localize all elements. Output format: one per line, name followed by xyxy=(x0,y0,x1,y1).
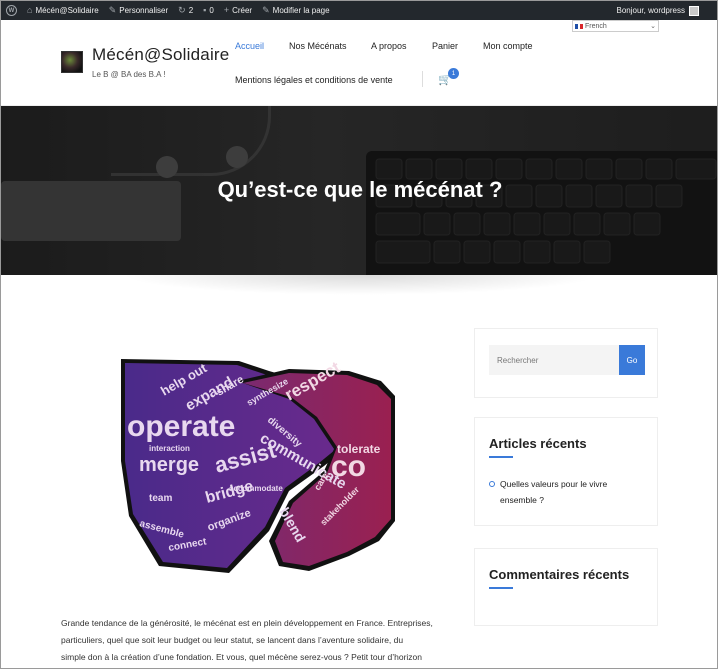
site-tagline: Le B @ BA des B.A ! xyxy=(92,70,166,79)
language-selected: French xyxy=(585,22,607,30)
customize-label: Personnaliser xyxy=(119,6,169,15)
plus-icon: + xyxy=(223,5,230,15)
recent-post-label: Quelles valeurs pour le vivre ensemble ? xyxy=(500,479,608,505)
nav-item-mentions-legales[interactable]: Mentions légales et conditions de vente xyxy=(235,75,393,85)
page-title: Qu’est-ce que le mécénat ? xyxy=(217,177,503,202)
browser-page: W ⌂ Mécén@Solidaire ✎ Personnaliser ↻ 2 … xyxy=(0,0,718,669)
admin-site-name: Mécén@Solidaire xyxy=(35,6,99,15)
recent-comments-widget: Commentaires récents xyxy=(474,548,658,626)
nav-divider xyxy=(422,71,423,87)
word-cloud-word: team xyxy=(149,493,172,504)
article-body: Grande tendance de la générosité, le méc… xyxy=(61,615,466,666)
refresh-icon: ↻ xyxy=(178,5,186,15)
word-cloud-word: co xyxy=(331,450,366,483)
word-cloud-word: interaction xyxy=(149,444,190,453)
list-bullet-icon xyxy=(489,481,495,487)
word-cloud-word: accommodate xyxy=(229,484,283,493)
updates-count: 2 xyxy=(188,6,194,15)
nav-item-panier[interactable]: Panier xyxy=(432,41,458,51)
nav-item-a-propos[interactable]: A propos xyxy=(371,41,407,51)
language-select[interactable]: French ⌄ xyxy=(572,20,659,32)
recent-posts-widget: Articles récents Quelles valeurs pour le… xyxy=(474,417,658,526)
search-go-button[interactable]: Go xyxy=(619,345,645,375)
word-cloud-word: operate xyxy=(127,410,235,443)
comment-icon: ▪ xyxy=(203,5,207,15)
article-line: Grande tendance de la générosité, le méc… xyxy=(61,618,433,628)
greeting-text: Bonjour, wordpress xyxy=(616,6,685,15)
recent-posts-title-underline xyxy=(489,456,513,458)
site-logo[interactable] xyxy=(61,51,83,73)
new-content-label: Créer xyxy=(232,6,253,15)
admin-site-link[interactable]: ⌂ Mécén@Solidaire xyxy=(22,1,104,20)
site-title[interactable]: Mécén@Solidaire xyxy=(92,45,229,65)
handshake-word-cloud-image: operate help out expand share merge assi… xyxy=(121,358,395,573)
nav-item-mon-compte[interactable]: Mon compte xyxy=(483,41,533,51)
edit-page-link[interactable]: ✎ Modifier la page xyxy=(257,1,334,20)
hero-shadow xyxy=(121,275,601,295)
comments-count: 0 xyxy=(209,6,214,15)
admin-bar: W ⌂ Mécén@Solidaire ✎ Personnaliser ↻ 2 … xyxy=(1,1,717,20)
nav-item-nos-mecenats[interactable]: Nos Mécénats xyxy=(289,41,347,51)
article-line: simple don à la création d’une fondation… xyxy=(61,652,422,662)
recent-comments-title: Commentaires récents xyxy=(489,567,630,582)
nav-item-accueil[interactable]: Accueil xyxy=(235,41,264,51)
home-icon: ⌂ xyxy=(27,5,33,15)
word-cloud-word: merge xyxy=(139,454,199,476)
pencil-icon: ✎ xyxy=(262,5,270,15)
search-input[interactable]: Rechercher xyxy=(489,345,619,375)
edit-page-label: Modifier la page xyxy=(272,6,330,15)
updates-link[interactable]: ↻ 2 xyxy=(173,1,198,20)
comments-link[interactable]: ▪ 0 xyxy=(198,1,219,20)
recent-comments-title-underline xyxy=(489,587,513,589)
customize-link[interactable]: ✎ Personnaliser xyxy=(104,1,173,20)
account-menu[interactable]: Bonjour, wordpress xyxy=(616,5,717,16)
recent-post-link[interactable]: Quelles valeurs pour le vivre ensemble ? xyxy=(489,476,644,508)
new-content-link[interactable]: + Créer xyxy=(219,1,257,20)
cart-count-badge: 1 xyxy=(448,68,459,79)
search-widget: Rechercher Go xyxy=(474,328,658,398)
wordpress-menu[interactable]: W xyxy=(1,1,22,20)
wordpress-logo-icon: W xyxy=(6,5,17,16)
user-avatar-icon xyxy=(689,5,699,16)
recent-posts-title: Articles récents xyxy=(489,436,587,451)
france-flag-icon xyxy=(575,23,584,29)
chevron-down-icon: ⌄ xyxy=(650,23,656,30)
article-line: particuliers, quel que soit leur budget … xyxy=(61,635,404,645)
brush-icon: ✎ xyxy=(108,5,117,15)
